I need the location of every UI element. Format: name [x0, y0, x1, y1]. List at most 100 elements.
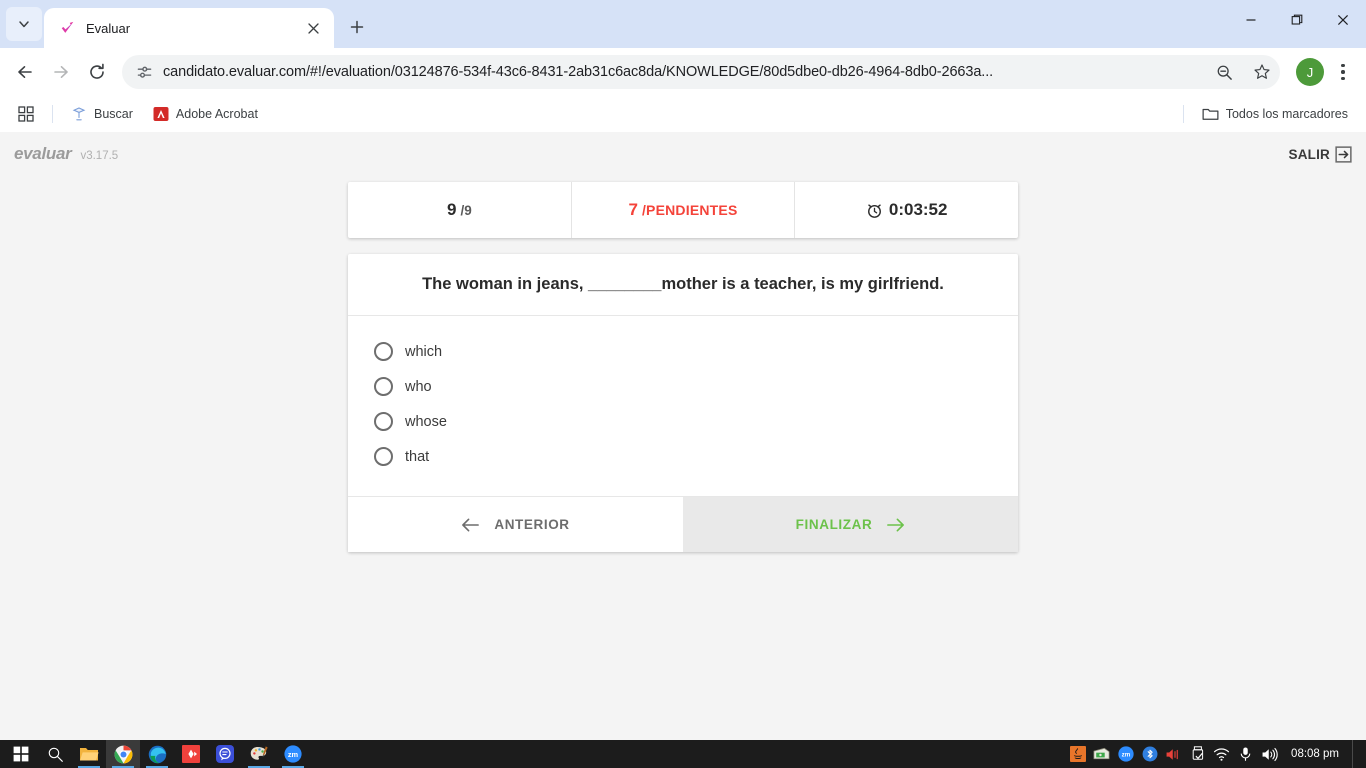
window-controls — [1228, 0, 1366, 40]
evaluar-check-favicon — [58, 19, 76, 37]
radio-button[interactable] — [374, 377, 393, 396]
browser-tab[interactable]: Evaluar — [44, 8, 334, 48]
apps-shortcut-button[interactable] — [10, 102, 42, 126]
plus-icon — [350, 20, 364, 34]
arrow-right-icon — [886, 517, 905, 533]
folder-icon — [1202, 106, 1219, 122]
file-explorer-icon — [80, 748, 99, 761]
back-button[interactable] — [8, 55, 42, 89]
answer-option[interactable]: whose — [348, 404, 1018, 439]
previous-button[interactable]: ANTERIOR — [348, 497, 683, 552]
taskbar-search-button[interactable] — [38, 740, 72, 768]
google-chrome-icon — [114, 745, 132, 763]
taskbar-app-blue-chat-app[interactable] — [208, 740, 242, 768]
url-text: candidato.evaluar.com/#!/evaluation/0312… — [163, 64, 994, 80]
taskbar-app-red-app[interactable] — [174, 740, 208, 768]
forward-arrow-icon — [54, 66, 68, 78]
logout-icon — [1335, 145, 1352, 163]
option-label: that — [405, 448, 430, 465]
answer-option[interactable]: which — [348, 334, 1018, 369]
timer-indicator: 0:03:52 — [795, 182, 1018, 238]
taskbar-app-zoom[interactable]: zm — [276, 740, 310, 768]
bookmarks-divider-right — [1182, 105, 1184, 123]
bookmark-label: Buscar — [94, 107, 133, 121]
microsoft-edge-icon — [148, 745, 166, 763]
option-label: who — [405, 378, 432, 395]
app-logo: evaluar v3.17.5 — [14, 144, 118, 164]
browser-menu-button[interactable] — [1328, 57, 1358, 87]
close-button[interactable] — [1320, 0, 1366, 40]
bookmarks-divider — [52, 105, 53, 123]
tab-close-button[interactable] — [302, 17, 324, 39]
apps-grid-icon — [18, 106, 34, 122]
taskbar-clock[interactable]: 08:08 pm — [1285, 748, 1345, 760]
minimize-button[interactable] — [1228, 0, 1274, 40]
windows-start-icon — [13, 746, 29, 762]
taskbar-app-google-chrome[interactable] — [106, 740, 140, 768]
all-bookmarks-button[interactable]: Todos los marcadores — [1194, 102, 1356, 126]
app-header: evaluar v3.17.5 SALIR — [0, 132, 1366, 176]
question-header: The woman in jeans, ________mother is a … — [348, 254, 1018, 316]
wifi-icon[interactable] — [1213, 746, 1230, 763]
svg-text:zm: zm — [1121, 752, 1130, 759]
taskbar-app-file-explorer[interactable] — [72, 740, 106, 768]
system-tray: zm 08:08 pm — [1069, 740, 1362, 768]
reload-button[interactable] — [80, 55, 114, 89]
bookmark-star-button[interactable] — [1248, 58, 1276, 86]
pending-count: 7 — [628, 200, 638, 219]
maximize-icon — [1291, 14, 1303, 25]
zoom-app-icon: zm — [284, 745, 302, 763]
answer-option[interactable]: that — [348, 439, 1018, 474]
star-icon — [1254, 64, 1270, 79]
profile-avatar[interactable]: J — [1296, 58, 1324, 86]
logout-button[interactable]: SALIR — [1288, 145, 1353, 163]
tab-search-button[interactable] — [6, 7, 42, 41]
java-icon[interactable] — [1069, 746, 1086, 763]
tab-title: Evaluar — [86, 20, 131, 36]
bookmark-item-adobe-acrobat[interactable]: Adobe Acrobat — [145, 102, 266, 126]
logout-label: SALIR — [1288, 146, 1330, 162]
maximize-button[interactable] — [1274, 0, 1320, 40]
radio-button[interactable] — [374, 412, 393, 431]
taskbar-app-paint-app[interactable] — [242, 740, 276, 768]
forward-button[interactable] — [44, 55, 78, 89]
new-tab-button[interactable] — [342, 12, 372, 42]
web-page-content: evaluar v3.17.5 SALIR 9/9 7 /PENDIENTES … — [0, 132, 1366, 740]
site-settings-icon[interactable] — [136, 64, 153, 81]
blue-chat-app-icon — [216, 745, 234, 763]
address-bar[interactable]: candidato.evaluar.com/#!/evaluation/0312… — [122, 55, 1280, 89]
tab-strip: Evaluar — [0, 0, 1366, 48]
volume-muted-icon[interactable] — [1165, 746, 1182, 763]
close-icon — [307, 22, 319, 34]
adobe-acrobat-icon — [153, 106, 169, 122]
exam-container: 9/9 7/PENDIENTES 0:03:52 The woman in je… — [348, 182, 1018, 552]
taskbar-app-microsoft-edge[interactable] — [140, 740, 174, 768]
zoom-out-button[interactable] — [1210, 58, 1238, 86]
exam-status-bar: 9/9 7/PENDIENTES 0:03:52 — [348, 182, 1018, 238]
cash-drawer-icon[interactable] — [1093, 746, 1110, 763]
speaker-icon[interactable] — [1261, 746, 1278, 763]
previous-label: ANTERIOR — [494, 517, 570, 532]
bluetooth-icon[interactable] — [1141, 746, 1158, 763]
question-text: The woman in jeans, ________mother is a … — [422, 275, 944, 293]
answer-option[interactable]: who — [348, 369, 1018, 404]
finish-label: FINALIZAR — [795, 517, 873, 532]
radio-button[interactable] — [374, 342, 393, 361]
browser-toolbar: candidato.evaluar.com/#!/evaluation/0312… — [0, 48, 1366, 96]
pending-indicator: 7/PENDIENTES — [572, 182, 796, 238]
bookmark-item-buscar[interactable]: Buscar — [63, 102, 141, 126]
start-button[interactable] — [4, 740, 38, 768]
minimize-icon — [1246, 19, 1256, 21]
microphone-icon[interactable] — [1237, 746, 1254, 763]
finish-button[interactable]: FINALIZAR — [683, 497, 1018, 552]
option-label: which — [405, 343, 443, 360]
paint-app-icon — [250, 746, 268, 760]
all-bookmarks-label: Todos los marcadores — [1225, 107, 1348, 121]
usb-drive-icon[interactable] — [1189, 746, 1206, 763]
show-desktop-button[interactable] — [1352, 740, 1356, 768]
zoom-tray-icon[interactable]: zm — [1117, 746, 1134, 763]
app-version: v3.17.5 — [80, 150, 119, 162]
progress-indicator: 9/9 — [348, 182, 572, 238]
progress-current: 9 — [446, 200, 457, 219]
radio-button[interactable] — [374, 447, 393, 466]
